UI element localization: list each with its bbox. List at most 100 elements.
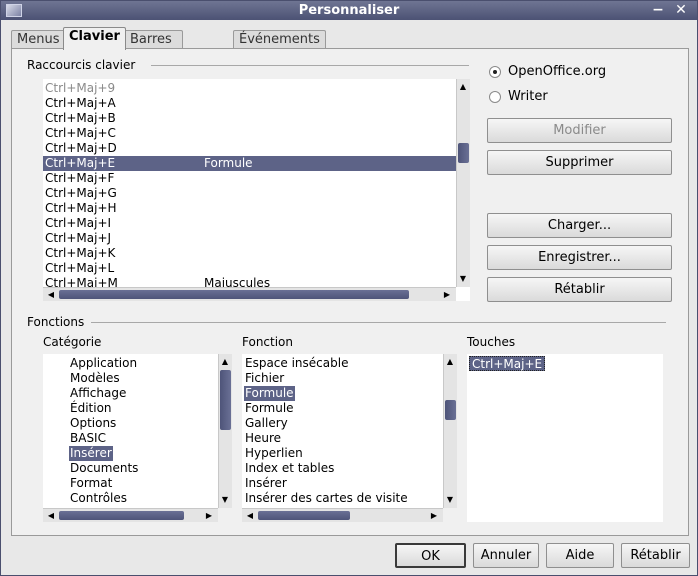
close-icon[interactable]: ✕: [672, 1, 690, 20]
ok-button[interactable]: OK: [395, 543, 466, 568]
category-item-label: Documents: [70, 461, 139, 475]
radio-writer-label: Writer: [508, 89, 548, 104]
category-hscroll-thumb[interactable]: [59, 511, 184, 520]
scroll-up-icon[interactable]: ▲: [444, 356, 456, 368]
shortcut-row[interactable]: Ctrl+Maj+K: [43, 246, 456, 261]
function-item-label: Index et tables: [245, 461, 335, 475]
shortcut-row[interactable]: Ctrl+Maj+L: [43, 261, 456, 276]
tab-barres-outils[interactable]: Barres d'outils: [124, 30, 184, 65]
shortcut-row[interactable]: Ctrl+Maj+H: [43, 201, 456, 216]
function-item-label: Insérer: [245, 476, 287, 490]
function-item-label: Hyperlien: [245, 446, 303, 460]
function-item[interactable]: Gallery: [242, 416, 443, 431]
shortcut-row[interactable]: Ctrl+Maj+9: [43, 81, 456, 96]
scroll-up-icon[interactable]: ▲: [219, 356, 231, 368]
function-item[interactable]: Index et tables: [242, 461, 443, 476]
category-item[interactable]: Insérer: [43, 446, 218, 461]
scroll-right-icon[interactable]: ▶: [428, 510, 440, 522]
function-vscroll-thumb[interactable]: [445, 400, 456, 420]
shortcut-row[interactable]: Ctrl+Maj+J: [43, 231, 456, 246]
delete-button[interactable]: Supprimer: [487, 150, 672, 175]
radio-dot-checked: [489, 66, 501, 78]
shortcuts-vscroll-thumb[interactable]: [458, 143, 469, 163]
load-button[interactable]: Charger...: [487, 213, 672, 238]
shortcuts-hscrollbar[interactable]: ◀ ▶: [43, 287, 456, 301]
scroll-down-icon[interactable]: ▼: [219, 494, 231, 506]
cancel-button[interactable]: Annuler: [473, 543, 539, 568]
function-item-label: Formule: [244, 386, 295, 401]
shortcut-row[interactable]: Ctrl+Maj+E Formule: [43, 156, 456, 171]
help-button[interactable]: Aide: [546, 543, 614, 568]
scroll-right-icon[interactable]: ▶: [441, 289, 453, 301]
category-item[interactable]: Application: [43, 356, 218, 371]
tab-clavier[interactable]: Clavier: [63, 27, 126, 50]
shortcut-row[interactable]: Ctrl+Maj+D: [43, 141, 456, 156]
category-item-label: Édition: [70, 401, 112, 415]
function-item-label: Formule: [245, 401, 294, 415]
shortcut-row[interactable]: Ctrl+Maj+A: [43, 96, 456, 111]
function-item[interactable]: Insérer: [242, 476, 443, 491]
category-item[interactable]: Édition: [43, 401, 218, 416]
title-bar[interactable]: Personnaliser − ✕: [1, 1, 697, 20]
shortcut-row[interactable]: Ctrl+Maj+I: [43, 216, 456, 231]
shortcut-key: Ctrl+Maj+D: [45, 141, 117, 155]
scroll-right-icon[interactable]: ▶: [203, 510, 215, 522]
category-vscroll-thumb[interactable]: [220, 370, 231, 430]
function-vscrollbar[interactable]: ▲ ▼: [443, 354, 457, 508]
category-hscrollbar[interactable]: ◀ ▶: [43, 508, 218, 522]
shortcuts-vscrollbar[interactable]: ▲ ▼: [456, 79, 470, 287]
function-item-label: Heure: [245, 431, 282, 445]
scroll-down-icon[interactable]: ▼: [457, 273, 469, 285]
category-item[interactable]: Affichage: [43, 386, 218, 401]
shortcuts-list[interactable]: Ctrl+Maj+9 Ctrl+Maj+A Ctrl+Maj+B Ctrl+Maj+C…: [43, 79, 470, 301]
function-hscrollbar[interactable]: ◀ ▶: [242, 508, 443, 522]
category-item[interactable]: Options: [43, 416, 218, 431]
category-vscrollbar-track[interactable]: ▲ ▼: [218, 354, 232, 508]
category-label: Catégorie: [43, 335, 102, 349]
function-hscroll-thumb[interactable]: [258, 511, 350, 520]
function-item[interactable]: Insérer des cartes de visite: [242, 491, 443, 506]
tab-menus[interactable]: Menus: [11, 30, 66, 50]
customize-dialog: Personnaliser − ✕ Menus Clavier Barres d…: [0, 0, 698, 576]
category-item[interactable]: Modèles: [43, 371, 218, 386]
shortcuts-group-line: [151, 65, 469, 66]
scroll-down-icon[interactable]: ▼: [444, 494, 456, 506]
category-item-label: Application: [70, 356, 138, 370]
function-item[interactable]: Heure: [242, 431, 443, 446]
reset-button[interactable]: Rétablir: [487, 277, 672, 302]
window-title: Personnaliser: [298, 3, 400, 18]
function-item[interactable]: Formule: [242, 401, 443, 416]
scroll-left-icon[interactable]: ◀: [45, 289, 57, 301]
category-item-label: Options: [70, 416, 117, 430]
category-item-label: Insérer: [69, 446, 113, 461]
shortcut-row[interactable]: Ctrl+Maj+B: [43, 111, 456, 126]
category-list[interactable]: Application Modèles Affichage Édition Option…: [43, 354, 218, 522]
shortcut-key: Ctrl+Maj+I: [45, 216, 112, 230]
keys-item[interactable]: Ctrl+Maj+E: [469, 356, 546, 371]
shortcut-row[interactable]: Ctrl+Maj+G: [43, 186, 456, 201]
shortcuts-hscroll-thumb[interactable]: [59, 290, 409, 299]
shortcut-row[interactable]: Ctrl+Maj+F: [43, 171, 456, 186]
modify-button[interactable]: Modifier: [487, 118, 672, 143]
minimize-icon[interactable]: −: [649, 1, 667, 20]
radio-dot-unchecked: [489, 91, 501, 103]
tab-evenements[interactable]: Événements: [233, 30, 326, 50]
function-list[interactable]: Espace insécable Fichier Formule Formule Gal…: [242, 354, 443, 508]
function-item[interactable]: Hyperlien: [242, 446, 443, 461]
category-item[interactable]: Contrôles: [43, 491, 218, 506]
shortcut-key: Ctrl+Maj+E: [45, 156, 116, 170]
function-item[interactable]: Fichier: [242, 371, 443, 386]
category-item[interactable]: Format: [43, 476, 218, 491]
save-button[interactable]: Enregistrer...: [487, 245, 672, 270]
shortcut-row[interactable]: Ctrl+Maj+C: [43, 126, 456, 141]
keys-list[interactable]: Ctrl+Maj+E: [467, 354, 663, 522]
scroll-up-icon[interactable]: ▲: [457, 81, 469, 93]
scroll-left-icon[interactable]: ◀: [244, 510, 256, 522]
category-item[interactable]: Documents: [43, 461, 218, 476]
function-item[interactable]: Formule: [242, 386, 443, 401]
function-item[interactable]: Espace insécable: [242, 356, 443, 371]
category-item[interactable]: BASIC: [43, 431, 218, 446]
scroll-left-icon[interactable]: ◀: [45, 510, 57, 522]
function-item-label: Fichier: [245, 371, 285, 385]
footer-reset-button[interactable]: Rétablir: [621, 543, 690, 568]
